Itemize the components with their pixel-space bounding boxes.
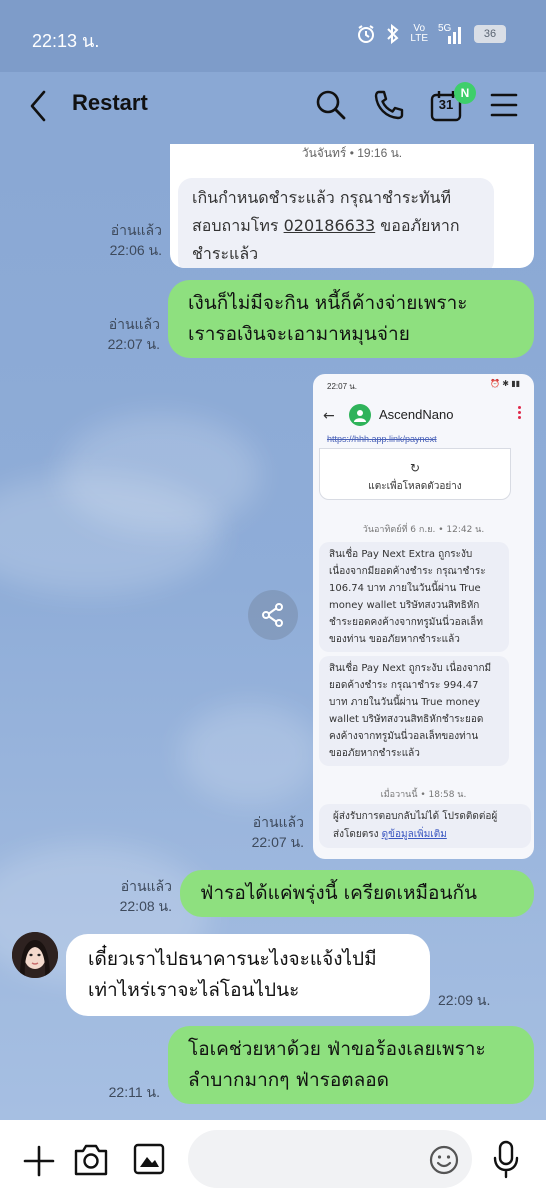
emoji-icon[interactable] [428, 1144, 460, 1176]
link-preview-url: https://hhh.app.link/paynext [327, 434, 437, 444]
message-meta: อ่านแล้ว 22:07 น. [108, 314, 160, 354]
message-meta: อ่านแล้ว 22:08 น. [120, 876, 172, 916]
chat-header: Restart 31 N [0, 72, 546, 144]
contact-avatar-icon [349, 404, 371, 426]
card-message: เกินกำหนดชำระแล้ว กรุณาชำระทันที สอบถามโ… [178, 178, 494, 268]
battery-icon: 36 [474, 25, 506, 43]
message-meta: อ่านแล้ว 22:06 น. [110, 220, 162, 260]
message-input[interactable] [206, 1130, 416, 1188]
chat-area[interactable]: วันจันทร์ • 19:16 น. เกินกำหนดชำระแล้ว ก… [0, 144, 546, 1120]
read-receipt: อ่านแล้ว [108, 316, 160, 332]
message-input-bar [0, 1120, 546, 1199]
refresh-icon: ↻ [409, 461, 421, 475]
message-time: 22:08 น. [119, 898, 172, 914]
contact-name: AscendNano [379, 407, 454, 422]
sent-message-bubble[interactable]: โอเคช่วยหาด้วย ฟ่าขอร้องเลยเพราะ ลำบากมา… [168, 1026, 534, 1104]
message-time: 22:09 น. [438, 992, 491, 1008]
message-time: 22:07 น. [107, 336, 160, 352]
volte-icon: Vo LTE [410, 23, 428, 44]
message-input-field[interactable] [188, 1130, 472, 1188]
sender-avatar[interactable] [12, 932, 58, 978]
status-time: 22:13 น. [32, 31, 100, 51]
plus-icon[interactable] [22, 1144, 56, 1178]
camera-icon[interactable] [72, 1142, 110, 1178]
search-icon[interactable] [314, 88, 348, 122]
forwarded-message-card[interactable]: วันจันทร์ • 19:16 น. เกินกำหนดชำระแล้ว ก… [170, 144, 534, 268]
signal-icon: 5G [438, 24, 464, 44]
message-time: 22:06 น. [109, 242, 162, 258]
received-message-bubble[interactable]: เดี๋ยวเราไปธนาคารนะไงจะแจ้งไปมี เท่าไหร่… [66, 934, 430, 1016]
image-gallery-icon[interactable] [132, 1142, 166, 1176]
sms-message: สินเชื่อ Pay Next Extra ถูกระงับ เนื่องจ… [319, 542, 509, 652]
sms-date: วันอาทิตย์ที่ 6 ก.ย. • 12:42 น. [362, 525, 485, 535]
status-bar: 22:13 น. Vo LTE 5G 36 [0, 0, 546, 72]
mini-status-icons: ⏰ ✱ ▮▮ [490, 379, 520, 388]
read-receipt: อ่านแล้ว [252, 814, 304, 830]
sent-message-bubble[interactable]: เงินก็ไม่มีจะกิน หนี้ก็ค้างจ่ายเพราะ เรา… [168, 280, 534, 358]
sms-message: สินเชื่อ Pay Next ถูกระงับ เนื่องจากมี ย… [319, 656, 509, 766]
phone-number-link[interactable]: 020186633 [284, 216, 376, 235]
alarm-icon [358, 25, 375, 43]
read-receipt: อ่านแล้ว [120, 878, 172, 894]
screenshot-image[interactable]: 22:07 น. ⏰ ✱ ▮▮ ← AscendNano https://hhh… [313, 374, 534, 859]
card-date: วันจันทร์ • 19:16 น. [301, 146, 403, 160]
microphone-icon[interactable] [492, 1140, 520, 1180]
status-icons: Vo LTE 5G 36 [356, 24, 506, 44]
message-time: 22:11 น. [108, 1084, 160, 1100]
new-badge: N [454, 82, 476, 104]
share-button[interactable] [248, 590, 298, 640]
mini-back-icon: ← [323, 408, 335, 424]
menu-icon[interactable] [490, 92, 518, 118]
phone-call-icon[interactable] [372, 88, 406, 122]
share-icon [262, 603, 283, 627]
sms-footer-notice: ผู้ส่งรับการตอบกลับไม่ได้ โปรดติดต่อผู้ … [319, 804, 531, 848]
message-time: 22:07 น. [251, 834, 304, 850]
chat-title[interactable]: Restart [72, 90, 148, 116]
read-receipt: อ่านแล้ว [110, 222, 162, 238]
message-meta: อ่านแล้ว 22:07 น. [252, 812, 304, 852]
bluetooth-icon [387, 24, 399, 44]
sent-message-bubble[interactable]: ฟ่ารอได้แค่พรุ่งนี้ เครียดเหมือนกัน [180, 870, 534, 917]
calendar-day: 31 [438, 97, 454, 112]
more-options-icon [518, 404, 522, 421]
sms-date: เมื่อวานนี้ • 18:58 น. [380, 790, 467, 800]
reload-preview-box: ↻ แตะเพื่อโหลดตัวอย่าง [319, 448, 511, 500]
back-arrow-icon[interactable] [26, 88, 50, 124]
